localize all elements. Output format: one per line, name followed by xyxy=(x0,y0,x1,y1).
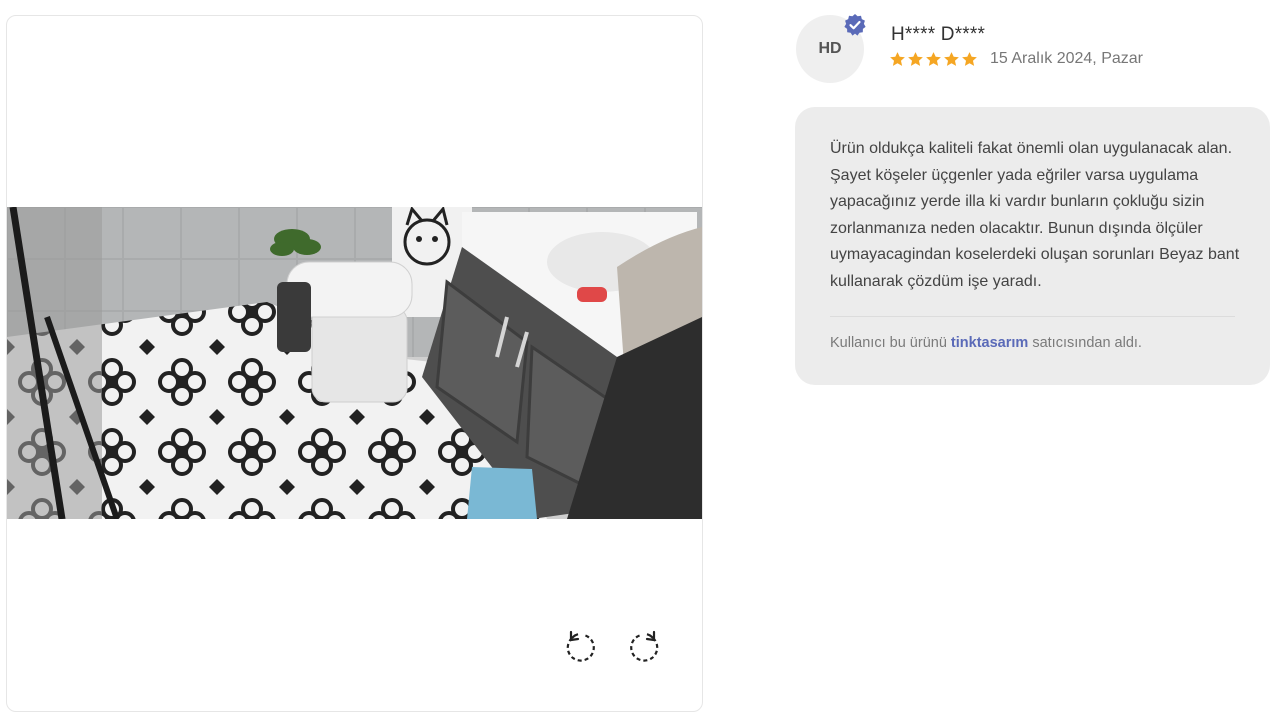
rotate-right-button[interactable] xyxy=(628,630,664,666)
seller-prefix: Kullanıcı bu ürünü xyxy=(830,335,947,351)
rotate-right-icon xyxy=(629,630,663,667)
review-photo[interactable] xyxy=(7,207,702,519)
avatar-initials: HD xyxy=(818,40,842,57)
star-icon xyxy=(944,51,959,66)
star-rating xyxy=(889,51,978,68)
review-text: Ürün oldukça kaliteli fakat önemli olan … xyxy=(830,140,1240,290)
verified-check-icon xyxy=(843,13,867,37)
rotate-left-icon xyxy=(562,630,596,667)
seller-info: Kullanıcı bu ürünü tinktasarım satıcısın… xyxy=(830,335,1142,351)
star-icon xyxy=(908,51,923,66)
seller-link[interactable]: tinktasarım xyxy=(951,335,1028,351)
review-card: Ürün oldukça kaliteli fakat önemli olan … xyxy=(795,107,1270,385)
rating-row: 15 Aralık 2024, Pazar xyxy=(889,48,1143,70)
image-viewer xyxy=(6,15,703,712)
divider xyxy=(830,316,1235,317)
rotate-left-button[interactable] xyxy=(561,630,597,666)
review-page: HD H**** D**** 15 Aralık 2024, Pazar Ürü… xyxy=(0,0,1280,718)
seller-suffix: satıcısından aldı. xyxy=(1032,335,1142,351)
star-icon xyxy=(962,51,977,66)
reviewer-name: H**** D**** xyxy=(891,24,986,45)
review-date: 15 Aralık 2024, Pazar xyxy=(990,50,1143,67)
star-icon xyxy=(890,51,905,66)
star-icon xyxy=(926,51,941,66)
